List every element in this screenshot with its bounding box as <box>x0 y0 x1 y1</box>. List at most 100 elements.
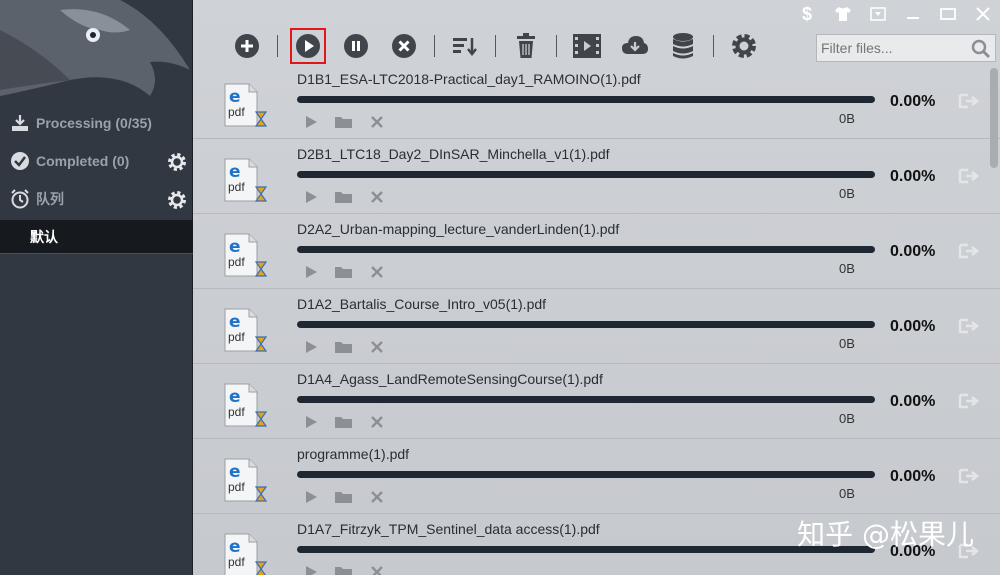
search-icon[interactable] <box>971 39 991 64</box>
remove-icon[interactable] <box>367 114 387 130</box>
play-icon[interactable] <box>301 114 321 130</box>
minimize-icon[interactable] <box>895 0 930 28</box>
folder-icon[interactable] <box>334 189 354 205</box>
stop-icon[interactable] <box>388 30 420 62</box>
remove-icon[interactable] <box>367 564 387 575</box>
progress-bar <box>297 96 875 103</box>
dollar-icon[interactable]: $ <box>790 0 825 28</box>
play-icon[interactable] <box>301 264 321 280</box>
filter-box <box>816 34 996 62</box>
category-label: Processing (0/35) <box>36 115 152 131</box>
progress-percent: 0.00% <box>890 243 936 260</box>
pdf-file-icon: e pdf <box>223 157 268 205</box>
close-icon[interactable] <box>965 0 1000 28</box>
file-name: D1A7_Fitrzyk_TPM_Sentinel_data access(1)… <box>297 521 600 537</box>
scrollbar[interactable] <box>990 68 998 168</box>
file-size: 0B <box>839 186 855 201</box>
database-icon[interactable] <box>667 30 699 62</box>
download-row[interactable]: e pdf D2A2_Urban-mapping_lecture_vanderL… <box>193 214 1000 289</box>
svg-text:pdf: pdf <box>228 105 245 119</box>
play-icon[interactable] <box>301 189 321 205</box>
progress-bar <box>297 246 875 253</box>
progress-bar <box>297 471 875 478</box>
toolbar-divider <box>277 35 278 57</box>
remove-icon[interactable] <box>367 264 387 280</box>
svg-text:pdf: pdf <box>228 480 245 494</box>
share-icon[interactable] <box>958 167 980 185</box>
folder-icon[interactable] <box>334 414 354 430</box>
row-actions <box>301 489 400 505</box>
settings-icon[interactable] <box>728 30 760 62</box>
download-row[interactable]: e pdf D2B1_LTC18_Day2_DInSAR_Minchella_v… <box>193 139 1000 214</box>
play-icon[interactable] <box>301 414 321 430</box>
delete-icon[interactable] <box>510 30 542 62</box>
toolbar-divider <box>556 35 557 57</box>
progress-percent: 0.00% <box>890 318 936 335</box>
main-panel: $ Filter files... e pdf D1B1_ESA-LTC2018… <box>193 0 1000 575</box>
download-row[interactable]: e pdf D1A2_Bartalis_Course_Intro_v05(1).… <box>193 289 1000 364</box>
maximize-icon[interactable] <box>930 0 965 28</box>
svg-text:pdf: pdf <box>228 330 245 344</box>
check-circle-icon <box>10 151 30 171</box>
sort-icon[interactable] <box>449 30 481 62</box>
remove-icon[interactable] <box>367 489 387 505</box>
folder-icon[interactable] <box>334 489 354 505</box>
toolbar-divider <box>713 35 714 57</box>
file-size: 0B <box>839 111 855 126</box>
file-name: D2B1_LTC18_Day2_DInSAR_Minchella_v1(1).p… <box>297 146 610 162</box>
toolbar-divider <box>495 35 496 57</box>
cloud-download-icon[interactable] <box>619 30 651 62</box>
folder-icon[interactable] <box>334 264 354 280</box>
file-size: 0B <box>839 336 855 351</box>
watermark: 知乎 @松果儿 <box>797 518 974 551</box>
start-icon[interactable] <box>290 28 326 64</box>
gear-icon[interactable] <box>166 189 188 211</box>
dropdown-icon[interactable] <box>860 0 895 28</box>
progress-percent: 0.00% <box>890 93 936 110</box>
eagle-logo <box>0 0 193 100</box>
share-icon[interactable] <box>958 467 980 485</box>
video-icon[interactable] <box>571 30 603 62</box>
category-queue[interactable]: 队列 <box>0 180 193 218</box>
folder-icon[interactable] <box>334 114 354 130</box>
share-icon[interactable] <box>958 242 980 260</box>
top-bar: $ <box>193 0 1000 64</box>
svg-text:e: e <box>229 162 241 182</box>
share-icon[interactable] <box>958 392 980 410</box>
folder-icon[interactable] <box>334 564 354 575</box>
toolbar-divider <box>434 35 435 57</box>
download-row[interactable]: e pdf programme(1).pdf 0.00% 0B <box>193 439 1000 514</box>
queue-default[interactable]: 默认 <box>0 220 193 254</box>
remove-icon[interactable] <box>367 189 387 205</box>
gear-icon[interactable] <box>166 151 188 173</box>
file-name: D2A2_Urban-mapping_lecture_vanderLinden(… <box>297 221 620 237</box>
svg-text:e: e <box>229 387 241 407</box>
progress-percent: 0.00% <box>890 168 936 185</box>
share-icon[interactable] <box>958 317 980 335</box>
alarm-clock-icon <box>10 189 30 209</box>
share-icon[interactable] <box>958 92 980 110</box>
play-icon[interactable] <box>301 339 321 355</box>
category-completed[interactable]: Completed (0) <box>0 142 193 180</box>
remove-icon[interactable] <box>367 339 387 355</box>
download-row[interactable]: e pdf D1A4_Agass_LandRemoteSensingCourse… <box>193 364 1000 439</box>
svg-text:pdf: pdf <box>228 405 245 419</box>
progress-bar <box>297 546 875 553</box>
play-icon[interactable] <box>301 564 321 575</box>
download-row[interactable]: e pdf D1B1_ESA-LTC2018-Practical_day1_RA… <box>193 64 1000 139</box>
shirt-icon[interactable] <box>825 0 860 28</box>
remove-icon[interactable] <box>367 414 387 430</box>
category-processing[interactable]: Processing (0/35) <box>0 104 193 142</box>
file-size: 0B <box>839 486 855 501</box>
row-actions <box>301 189 400 205</box>
folder-icon[interactable] <box>334 339 354 355</box>
add-icon[interactable] <box>231 30 263 62</box>
pause-icon[interactable] <box>340 30 372 62</box>
play-icon[interactable] <box>301 489 321 505</box>
filter-input[interactable] <box>821 40 969 56</box>
pdf-file-icon: e pdf <box>223 232 268 280</box>
svg-text:$: $ <box>802 4 812 24</box>
row-actions <box>301 414 400 430</box>
row-actions <box>301 339 400 355</box>
svg-text:e: e <box>229 312 241 332</box>
